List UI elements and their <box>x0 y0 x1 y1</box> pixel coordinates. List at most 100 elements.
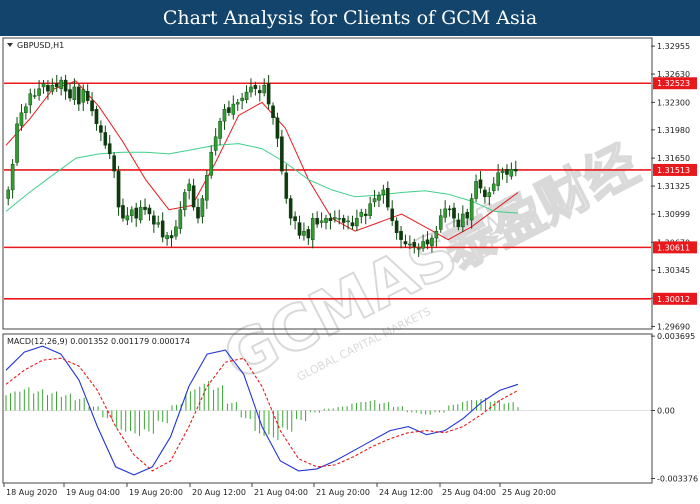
price-tick-label: 1.32955 <box>657 42 690 51</box>
candle-body <box>377 194 381 201</box>
candle-body <box>19 112 24 126</box>
candle-body <box>469 198 474 221</box>
candle-body <box>257 90 262 94</box>
candle-body <box>41 83 46 88</box>
candle-body <box>447 208 452 211</box>
candle-body <box>182 192 187 210</box>
candle-body <box>271 105 275 119</box>
candle-body <box>465 212 470 219</box>
candle-body <box>156 222 161 225</box>
candle-body <box>218 121 222 139</box>
macd-tick-label: 0.00 <box>657 407 675 416</box>
candle-body <box>266 83 271 105</box>
candle-body <box>500 170 505 173</box>
candle-body <box>478 179 483 189</box>
candle-body <box>209 151 214 176</box>
candle-body <box>196 206 200 219</box>
candle-body <box>94 109 99 125</box>
candle-body <box>222 109 227 122</box>
macd-label: MACD(12,26,9) 0.001352 0.001179 0.000174 <box>7 337 190 346</box>
price-tick-label: 1.30999 <box>657 210 690 219</box>
candle-body <box>90 100 94 112</box>
candle-body <box>77 86 81 105</box>
candle-body <box>306 229 311 239</box>
candle-body <box>249 86 253 93</box>
candle-body <box>165 235 169 240</box>
candle-body <box>54 83 59 88</box>
candle-body <box>107 143 112 155</box>
candle-body <box>6 189 11 199</box>
x-tick-label: 24 Aug 12:00 <box>379 488 433 497</box>
macd-tick-label: -0.003376 <box>657 474 698 483</box>
candle-body <box>363 213 368 216</box>
candle-body <box>227 107 231 113</box>
x-tick-label: 18 Aug 2020 <box>6 488 57 497</box>
candle-body <box>456 219 461 228</box>
candle-body <box>319 220 324 223</box>
candle-body <box>372 198 377 203</box>
candle-body <box>235 102 240 105</box>
candle-body <box>310 218 315 240</box>
candle-body <box>315 218 319 225</box>
candle-body <box>381 189 386 196</box>
candle-body <box>487 192 492 198</box>
candle-body <box>302 230 306 236</box>
candle-body <box>346 220 350 223</box>
candle-body <box>10 163 15 191</box>
candle-body <box>408 243 412 246</box>
x-tick-label: 25 Aug 04:00 <box>442 488 496 497</box>
candle-body <box>134 207 139 219</box>
chart-frame: GCMASIA 泰盈财经 GLOBAL CAPITAL MARKETS 1.32… <box>0 36 700 500</box>
candle-body <box>63 79 68 92</box>
candle-body <box>385 188 390 208</box>
candle-body <box>85 91 90 101</box>
candle-body <box>288 198 293 219</box>
price-tick-label: 1.31650 <box>657 154 690 163</box>
candle-body <box>461 213 465 228</box>
candle-body <box>37 88 41 96</box>
candle-body <box>81 89 86 103</box>
page-title: Chart Analysis for Clients of GCM Asia <box>162 7 538 29</box>
macd-tick-label: 0.003695 <box>657 332 695 341</box>
candle-body <box>174 226 178 237</box>
candle-body <box>169 235 174 239</box>
price-tick-label: 1.32300 <box>657 98 690 107</box>
candle-body <box>129 209 134 216</box>
candle-body <box>46 85 50 92</box>
candle-body <box>430 237 434 246</box>
candle-body <box>152 215 156 225</box>
candle-body <box>103 132 108 146</box>
candle-body <box>72 86 77 101</box>
candle-body <box>284 172 289 199</box>
level-label: 1.31513 <box>657 166 690 175</box>
candle-body <box>403 241 408 245</box>
candle-body <box>200 198 205 217</box>
x-tick-label: 25 Aug 20:00 <box>502 488 556 497</box>
level-label: 1.32523 <box>657 79 690 88</box>
price-tick-label: 1.31980 <box>657 126 690 135</box>
candle-body <box>434 230 439 239</box>
candle-body <box>240 97 244 101</box>
candle-body <box>394 220 399 234</box>
candle-body <box>121 205 125 219</box>
candle-body <box>496 172 500 186</box>
candle-body <box>491 183 496 191</box>
candle-body <box>425 239 430 245</box>
candle-body <box>99 125 103 133</box>
price-tick-label: 1.31325 <box>657 182 690 191</box>
candle-body <box>59 79 63 89</box>
level-label: 1.30012 <box>657 295 690 304</box>
symbol-label: GBPUSD,H1 <box>17 41 64 50</box>
candle-body <box>293 216 297 222</box>
candle-body <box>280 136 284 172</box>
x-tick-label: 20 Aug 12:00 <box>192 488 246 497</box>
candle-body <box>297 222 302 236</box>
candle-body <box>390 208 395 222</box>
candle-body <box>368 203 372 216</box>
candle-body <box>24 106 28 113</box>
candle-body <box>324 218 328 223</box>
candle-body <box>205 175 209 201</box>
candle-body <box>355 218 359 227</box>
candle-body <box>333 217 337 220</box>
candle-body <box>438 215 443 230</box>
